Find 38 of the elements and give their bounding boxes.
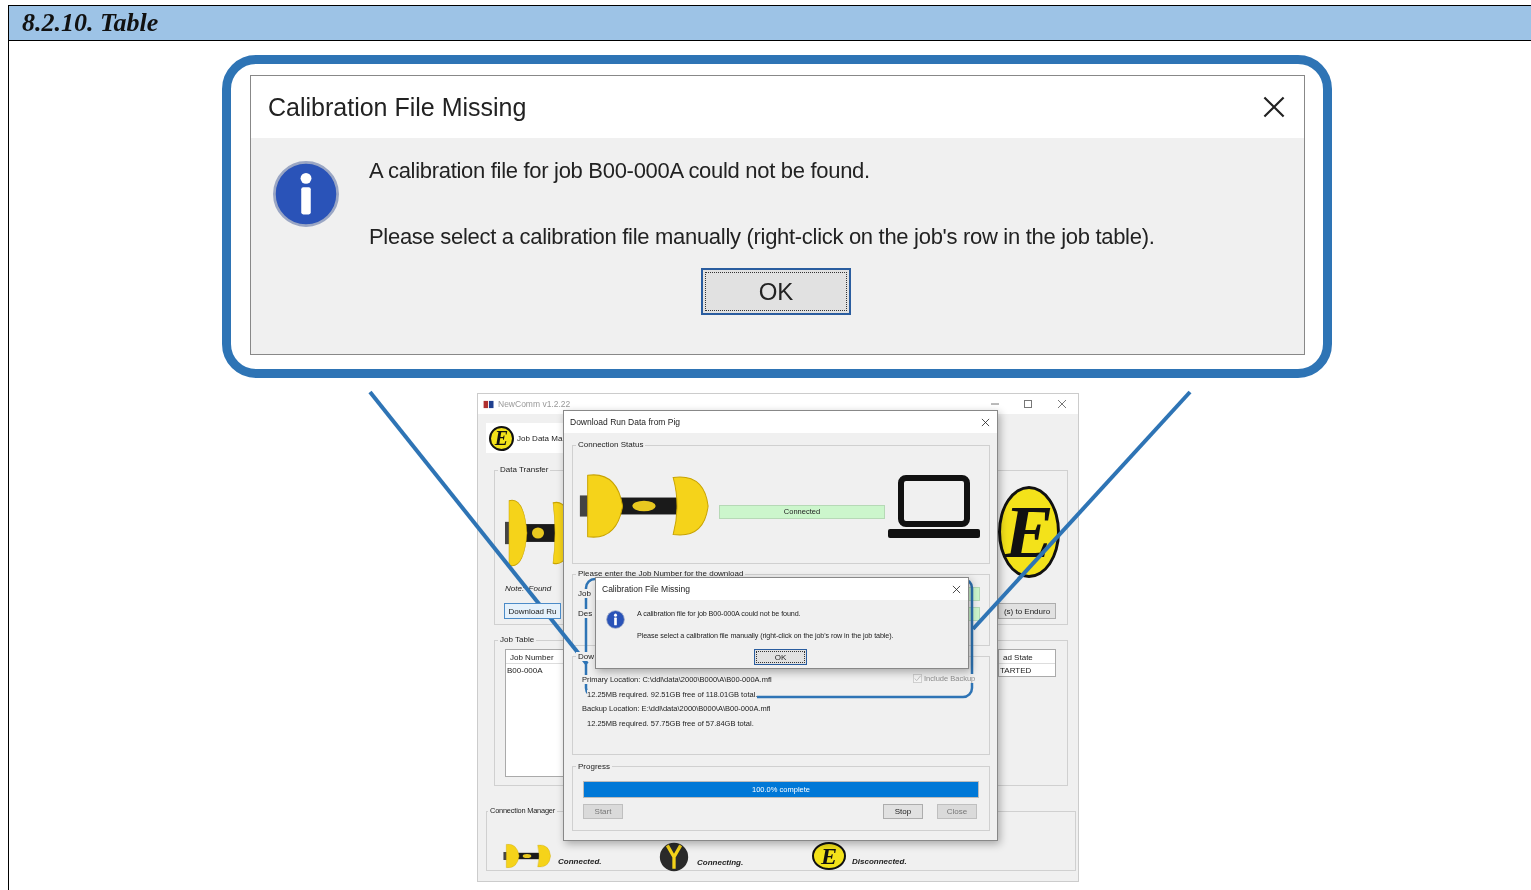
group-label: Progress <box>576 762 612 771</box>
laptop-icon <box>887 475 981 539</box>
table-cell-text: TARTED <box>999 665 1033 677</box>
group-label: Job Table <box>498 635 537 644</box>
status-label: Disconnected. <box>852 856 907 866</box>
ok-button[interactable]: OK <box>754 649 807 665</box>
close-icon[interactable] <box>952 584 961 594</box>
e-logo: E <box>998 486 1060 578</box>
dialog-button[interactable]: Stop <box>883 804 923 819</box>
close-icon[interactable] <box>1262 95 1286 119</box>
probe-icon <box>657 842 691 872</box>
dialog-title: Calibration File Missing <box>602 584 691 594</box>
status-label: Connected. <box>558 856 602 866</box>
e-logo: E <box>812 842 846 870</box>
info-icon <box>606 610 625 629</box>
field-label: Job <box>578 589 591 598</box>
table-cell-text: B00-000A <box>506 665 544 677</box>
close-icon[interactable] <box>981 417 990 427</box>
dialog-message: A calibration file for job B00-000A could not be found. <box>369 158 871 184</box>
section-header: 8.2.10. Table <box>9 5 1531 41</box>
app-icon <box>483 400 495 409</box>
pig-drawing <box>502 842 552 870</box>
status-label: Connecting. <box>697 857 744 867</box>
maximize-icon[interactable] <box>1023 399 1033 409</box>
note-text: Note: Found <box>505 584 552 593</box>
group-label: Data Transfer <box>498 465 551 474</box>
e-logo: E <box>489 425 514 451</box>
field-label: Des <box>578 609 593 618</box>
dialog-instruction: Please select a calibration file manually (right-click on the job's row in the job table). <box>369 224 1155 250</box>
window-title: NewComm v1.2.22 <box>498 399 571 409</box>
send-button[interactable]: (s) to Enduro <box>998 603 1056 619</box>
download-button[interactable]: Download Ru <box>504 603 561 619</box>
ok-button[interactable]: OK <box>701 268 851 315</box>
info-icon <box>272 160 340 228</box>
group-label: Connection Status <box>576 440 646 449</box>
column-header[interactable]: ad State <box>999 650 1055 664</box>
group-label: Dow <box>576 652 596 661</box>
dialog-title: Calibration File Missing <box>268 92 528 122</box>
